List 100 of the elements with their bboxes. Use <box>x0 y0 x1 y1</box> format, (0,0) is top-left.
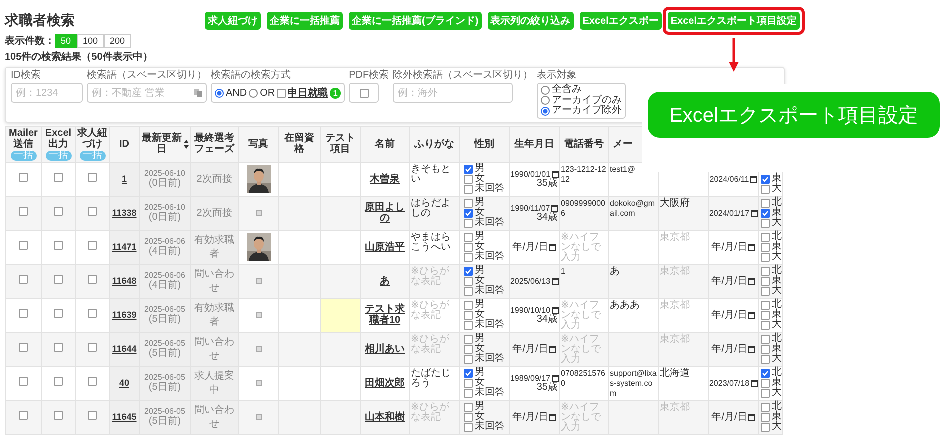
checkbox[interactable] <box>54 207 63 216</box>
checkbox[interactable] <box>464 354 473 364</box>
calendar-icon[interactable] <box>552 170 559 178</box>
checkbox[interactable] <box>464 198 473 208</box>
checkbox[interactable] <box>19 241 28 250</box>
id-link[interactable]: 1 <box>122 174 127 184</box>
name-link[interactable]: 木曽泉 <box>370 174 400 184</box>
id-search-field[interactable]: 例：1234 <box>11 83 83 103</box>
checkbox[interactable] <box>88 241 97 250</box>
furigana-field[interactable]: やまはらこうへい <box>410 230 460 264</box>
checkbox[interactable] <box>761 232 770 242</box>
checkbox[interactable] <box>464 164 473 174</box>
calendar-icon[interactable] <box>748 244 756 250</box>
checkbox[interactable] <box>761 412 770 422</box>
checkbox[interactable] <box>54 241 63 250</box>
checkbox[interactable] <box>761 388 770 398</box>
checkbox[interactable] <box>88 309 97 318</box>
checkbox[interactable] <box>88 343 97 352</box>
calendar-icon[interactable] <box>748 346 756 352</box>
checkbox[interactable] <box>761 198 770 208</box>
checkbox[interactable] <box>761 242 770 252</box>
checkbox[interactable] <box>761 300 770 310</box>
checkbox[interactable] <box>464 184 473 194</box>
calendar-icon[interactable] <box>750 210 758 216</box>
radio-button[interactable] <box>249 88 258 98</box>
calendar-icon[interactable] <box>552 374 559 382</box>
checkbox[interactable] <box>464 208 473 218</box>
address-field[interactable]: 北海道 <box>658 366 708 400</box>
furigana-field[interactable]: きそもとい <box>410 162 460 196</box>
calendar-icon[interactable] <box>552 306 559 314</box>
checkbox[interactable] <box>464 402 473 412</box>
checkbox[interactable] <box>464 266 473 276</box>
checkbox[interactable] <box>19 343 28 352</box>
checkbox[interactable] <box>761 286 770 296</box>
checkbox[interactable] <box>54 411 63 420</box>
checkbox[interactable] <box>54 309 63 318</box>
radio-button[interactable] <box>541 106 550 116</box>
furigana-field[interactable]: たばたじろう <box>410 366 460 400</box>
checkbox[interactable] <box>464 252 473 262</box>
birth-date-field[interactable]: 1990/11/07 <box>511 204 558 212</box>
calendar-icon[interactable] <box>549 346 556 352</box>
checkbox[interactable] <box>761 354 770 364</box>
checkbox[interactable] <box>464 310 473 320</box>
checkbox[interactable] <box>464 242 473 252</box>
checkbox[interactable] <box>761 402 770 412</box>
calendar-icon[interactable] <box>551 204 558 212</box>
checkbox[interactable] <box>464 334 473 344</box>
phone-field[interactable]: 09099990006 <box>560 196 608 230</box>
checkbox[interactable] <box>88 411 97 420</box>
calendar-icon[interactable] <box>748 414 756 420</box>
checkbox[interactable] <box>464 422 473 432</box>
checkbox[interactable] <box>464 232 473 242</box>
checkbox[interactable] <box>464 378 473 388</box>
link[interactable]: 申日就職 <box>288 86 328 100</box>
exclude-field[interactable]: 例：海外 <box>393 83 514 103</box>
calendar-icon[interactable] <box>549 414 556 420</box>
checkbox[interactable] <box>464 320 473 330</box>
checkbox[interactable] <box>464 300 473 310</box>
phone-field[interactable]: 123-1212-1212 <box>560 162 608 196</box>
checkbox[interactable] <box>19 377 28 386</box>
checkbox[interactable] <box>54 275 63 284</box>
checkbox[interactable] <box>761 184 770 194</box>
checkbox[interactable] <box>464 388 473 398</box>
radio-button[interactable] <box>541 86 550 95</box>
birth-date-field[interactable]: 1990/10/10 <box>511 306 558 314</box>
checkbox[interactable] <box>19 207 28 216</box>
checkbox[interactable] <box>19 275 28 284</box>
checkbox[interactable] <box>761 174 770 184</box>
checkbox[interactable] <box>464 276 473 286</box>
checkbox[interactable] <box>54 377 63 386</box>
checkbox[interactable] <box>88 275 97 284</box>
page-size-option[interactable]: 200 <box>104 34 132 48</box>
calendar-icon[interactable] <box>750 380 758 386</box>
furigana-field[interactable]: はらだよしの <box>410 196 460 230</box>
radio-button[interactable] <box>215 88 224 98</box>
birth-date-field[interactable]: 1990/01/01 <box>511 170 558 178</box>
phone-field[interactable]: 07082515760 <box>560 366 608 400</box>
checkbox[interactable] <box>761 218 770 228</box>
checkbox[interactable] <box>464 344 473 354</box>
checkbox[interactable] <box>464 174 473 184</box>
checkbox[interactable] <box>464 218 473 228</box>
checkbox[interactable] <box>360 88 369 98</box>
id-link[interactable]: 40 <box>119 378 130 388</box>
document-icon[interactable] <box>194 89 203 98</box>
checkbox[interactable] <box>761 368 770 378</box>
birth-date-field[interactable]: 1989/09/17 <box>511 374 558 382</box>
checkbox[interactable] <box>277 88 286 98</box>
phone-field[interactable]: 1 <box>560 264 608 298</box>
calendar-icon[interactable] <box>549 244 556 250</box>
address-field[interactable]: 大阪府 <box>658 196 708 230</box>
checkbox[interactable] <box>19 173 28 182</box>
calendar-icon[interactable] <box>552 278 559 284</box>
checkbox[interactable] <box>88 377 97 386</box>
checkbox[interactable] <box>761 310 770 320</box>
checkbox[interactable] <box>19 309 28 318</box>
checkbox[interactable] <box>761 334 770 344</box>
checkbox[interactable] <box>761 422 770 432</box>
calendar-icon[interactable] <box>750 176 758 182</box>
checkbox[interactable] <box>54 343 63 352</box>
checkbox[interactable] <box>761 208 770 218</box>
